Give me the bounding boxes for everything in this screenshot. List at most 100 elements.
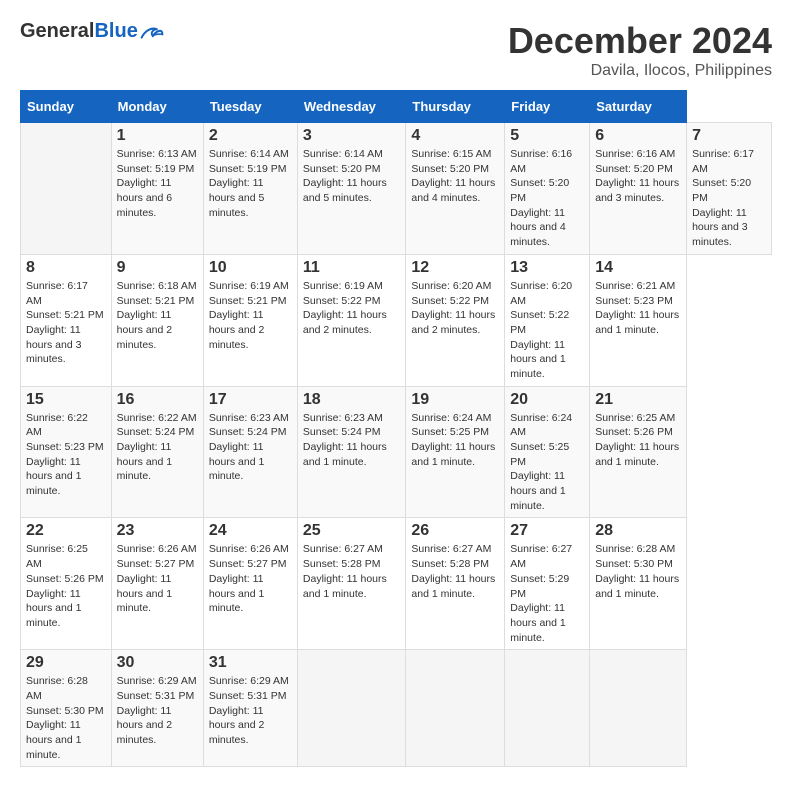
calendar-day-cell: 31 Sunrise: 6:29 AMSunset: 5:31 PMDaylig… [203,650,297,767]
day-number: 3 [303,127,400,145]
day-info: Sunrise: 6:20 AMSunset: 5:22 PMDaylight:… [510,280,572,380]
day-number: 28 [595,522,681,540]
main-title: December 2024 [508,20,772,62]
day-of-week-header: Tuesday [203,91,297,123]
day-of-week-header: Saturday [590,91,687,123]
day-number: 17 [209,391,292,409]
day-number: 4 [411,127,499,145]
day-number: 10 [209,259,292,277]
calendar-day-cell: 1 Sunrise: 6:13 AMSunset: 5:19 PMDayligh… [111,123,203,255]
day-of-week-header: Wednesday [297,91,405,123]
day-info: Sunrise: 6:20 AMSunset: 5:22 PMDaylight:… [411,280,495,336]
calendar-day-cell: 21 Sunrise: 6:25 AMSunset: 5:26 PMDaylig… [590,386,687,518]
calendar-day-cell: 15 Sunrise: 6:22 AMSunset: 5:23 PMDaylig… [21,386,112,518]
calendar-day-cell [297,650,405,767]
day-number: 13 [510,259,584,277]
calendar-day-cell: 22 Sunrise: 6:25 AMSunset: 5:26 PMDaylig… [21,518,112,650]
calendar-day-cell: 12 Sunrise: 6:20 AMSunset: 5:22 PMDaylig… [406,254,505,386]
day-of-week-header: Monday [111,91,203,123]
calendar-day-cell: 24 Sunrise: 6:26 AMSunset: 5:27 PMDaylig… [203,518,297,650]
calendar-day-cell: 5 Sunrise: 6:16 AMSunset: 5:20 PMDayligh… [505,123,590,255]
day-number: 5 [510,127,584,145]
page-header: General Blue December 2024 Davila, Iloco… [20,20,772,80]
day-info: Sunrise: 6:29 AMSunset: 5:31 PMDaylight:… [209,675,289,746]
day-info: Sunrise: 6:19 AMSunset: 5:21 PMDaylight:… [209,280,289,351]
day-number: 6 [595,127,681,145]
calendar-day-cell: 19 Sunrise: 6:24 AMSunset: 5:25 PMDaylig… [406,386,505,518]
day-number: 30 [117,654,198,672]
day-info: Sunrise: 6:15 AMSunset: 5:20 PMDaylight:… [411,148,495,204]
calendar-day-cell: 4 Sunrise: 6:15 AMSunset: 5:20 PMDayligh… [406,123,505,255]
day-info: Sunrise: 6:27 AMSunset: 5:28 PMDaylight:… [303,543,387,599]
logo-bird-icon [140,22,164,42]
day-info: Sunrise: 6:25 AMSunset: 5:26 PMDaylight:… [26,543,104,628]
calendar-week-row: 29 Sunrise: 6:28 AMSunset: 5:30 PMDaylig… [21,650,772,767]
day-number: 29 [26,654,106,672]
calendar-day-cell: 18 Sunrise: 6:23 AMSunset: 5:24 PMDaylig… [297,386,405,518]
calendar-day-cell: 16 Sunrise: 6:22 AMSunset: 5:24 PMDaylig… [111,386,203,518]
day-of-week-header: Friday [505,91,590,123]
day-info: Sunrise: 6:14 AMSunset: 5:19 PMDaylight:… [209,148,289,219]
calendar-day-cell [21,123,112,255]
day-info: Sunrise: 6:18 AMSunset: 5:21 PMDaylight:… [117,280,197,351]
day-info: Sunrise: 6:24 AMSunset: 5:25 PMDaylight:… [510,412,572,512]
day-info: Sunrise: 6:23 AMSunset: 5:24 PMDaylight:… [209,412,289,483]
day-info: Sunrise: 6:29 AMSunset: 5:31 PMDaylight:… [117,675,197,746]
day-info: Sunrise: 6:23 AMSunset: 5:24 PMDaylight:… [303,412,387,468]
day-number: 7 [692,127,766,145]
calendar-day-cell [590,650,687,767]
day-info: Sunrise: 6:26 AMSunset: 5:27 PMDaylight:… [117,543,197,614]
calendar-day-cell: 29 Sunrise: 6:28 AMSunset: 5:30 PMDaylig… [21,650,112,767]
calendar-day-cell: 30 Sunrise: 6:29 AMSunset: 5:31 PMDaylig… [111,650,203,767]
day-info: Sunrise: 6:17 AMSunset: 5:20 PMDaylight:… [692,148,754,248]
day-info: Sunrise: 6:26 AMSunset: 5:27 PMDaylight:… [209,543,289,614]
calendar-day-cell: 25 Sunrise: 6:27 AMSunset: 5:28 PMDaylig… [297,518,405,650]
calendar-week-row: 15 Sunrise: 6:22 AMSunset: 5:23 PMDaylig… [21,386,772,518]
day-number: 18 [303,391,400,409]
calendar-day-cell: 8 Sunrise: 6:17 AMSunset: 5:21 PMDayligh… [21,254,112,386]
logo-general-text: General [20,20,94,43]
day-number: 15 [26,391,106,409]
logo-blue-text: Blue [94,20,137,43]
day-info: Sunrise: 6:17 AMSunset: 5:21 PMDaylight:… [26,280,104,365]
day-number: 14 [595,259,681,277]
day-number: 23 [117,522,198,540]
calendar-week-row: 1 Sunrise: 6:13 AMSunset: 5:19 PMDayligh… [21,123,772,255]
day-info: Sunrise: 6:13 AMSunset: 5:19 PMDaylight:… [117,148,197,219]
day-number: 31 [209,654,292,672]
calendar-week-row: 22 Sunrise: 6:25 AMSunset: 5:26 PMDaylig… [21,518,772,650]
calendar-day-cell: 7 Sunrise: 6:17 AMSunset: 5:20 PMDayligh… [687,123,772,255]
calendar-day-cell: 2 Sunrise: 6:14 AMSunset: 5:19 PMDayligh… [203,123,297,255]
day-info: Sunrise: 6:27 AMSunset: 5:28 PMDaylight:… [411,543,495,599]
day-info: Sunrise: 6:27 AMSunset: 5:29 PMDaylight:… [510,543,572,643]
calendar-day-cell: 26 Sunrise: 6:27 AMSunset: 5:28 PMDaylig… [406,518,505,650]
day-info: Sunrise: 6:16 AMSunset: 5:20 PMDaylight:… [595,148,679,204]
day-info: Sunrise: 6:22 AMSunset: 5:23 PMDaylight:… [26,412,104,497]
title-area: December 2024 Davila, Ilocos, Philippine… [508,20,772,80]
day-number: 20 [510,391,584,409]
day-number: 11 [303,259,400,277]
day-info: Sunrise: 6:28 AMSunset: 5:30 PMDaylight:… [26,675,104,760]
calendar-day-cell: 11 Sunrise: 6:19 AMSunset: 5:22 PMDaylig… [297,254,405,386]
day-of-week-header: Thursday [406,91,505,123]
day-number: 27 [510,522,584,540]
calendar-day-cell: 20 Sunrise: 6:24 AMSunset: 5:25 PMDaylig… [505,386,590,518]
day-info: Sunrise: 6:28 AMSunset: 5:30 PMDaylight:… [595,543,679,599]
day-number: 9 [117,259,198,277]
day-number: 12 [411,259,499,277]
day-of-week-header: Sunday [21,91,112,123]
day-number: 22 [26,522,106,540]
logo: General Blue [20,20,164,43]
day-info: Sunrise: 6:24 AMSunset: 5:25 PMDaylight:… [411,412,495,468]
calendar-day-cell: 3 Sunrise: 6:14 AMSunset: 5:20 PMDayligh… [297,123,405,255]
subtitle: Davila, Ilocos, Philippines [508,62,772,80]
calendar-table: SundayMondayTuesdayWednesdayThursdayFrid… [20,90,772,767]
day-info: Sunrise: 6:25 AMSunset: 5:26 PMDaylight:… [595,412,679,468]
day-info: Sunrise: 6:14 AMSunset: 5:20 PMDaylight:… [303,148,387,204]
calendar-day-cell: 17 Sunrise: 6:23 AMSunset: 5:24 PMDaylig… [203,386,297,518]
day-info: Sunrise: 6:16 AMSunset: 5:20 PMDaylight:… [510,148,572,248]
day-number: 25 [303,522,400,540]
calendar-day-cell: 23 Sunrise: 6:26 AMSunset: 5:27 PMDaylig… [111,518,203,650]
calendar-day-cell: 27 Sunrise: 6:27 AMSunset: 5:29 PMDaylig… [505,518,590,650]
day-info: Sunrise: 6:19 AMSunset: 5:22 PMDaylight:… [303,280,387,336]
